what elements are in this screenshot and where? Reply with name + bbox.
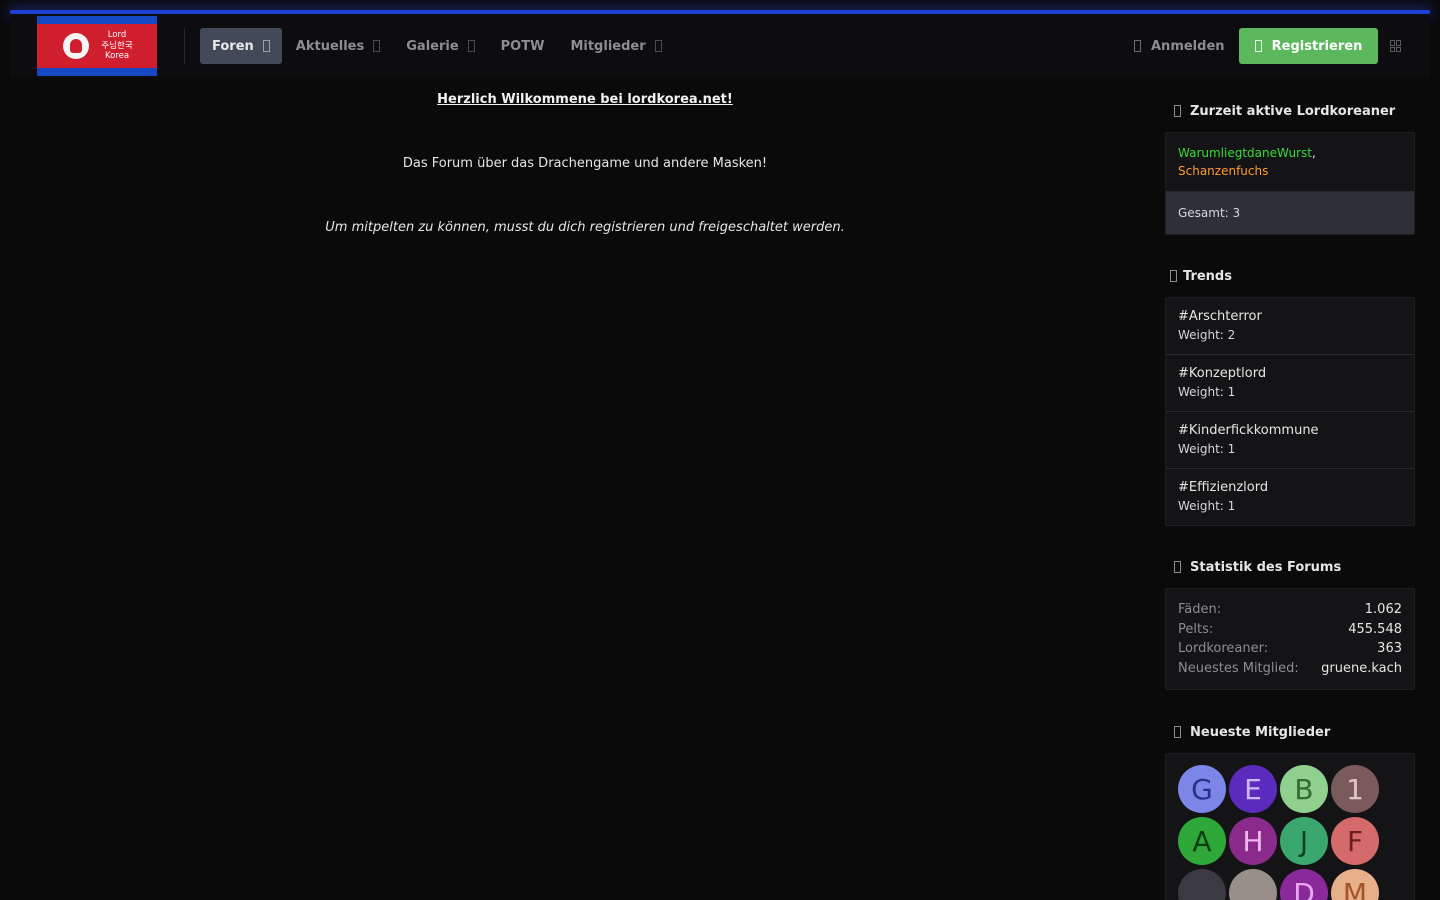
trend-item[interactable]: #Effizienzlord Weight: 1 — [1166, 469, 1414, 525]
stat-row: Fäden: 1.062 — [1178, 600, 1402, 620]
stat-value: 1.062 — [1364, 602, 1402, 617]
hashtag-icon — [1170, 270, 1177, 282]
stat-value: 455.548 — [1348, 621, 1402, 637]
stat-label: Neuestes Mitglied: — [1178, 660, 1299, 676]
member-avatar[interactable]: E — [1229, 765, 1277, 813]
member-avatar[interactable]: B — [1280, 765, 1328, 813]
nav-divider — [184, 28, 185, 64]
stat-row: Pelts: 455.548 — [1178, 620, 1402, 640]
trend-item[interactable]: #Kinderfickkommune Weight: 1 — [1166, 412, 1414, 469]
trend-weight: Weight: 1 — [1178, 385, 1236, 399]
stat-label: Pelts: — [1178, 621, 1214, 637]
nav-tab-label: Galerie — [406, 38, 459, 54]
trend-weight: Weight: 2 — [1178, 328, 1236, 342]
site-header: Lord 주님한국 Korea Foren Aktuelles Galerie … — [10, 14, 1430, 78]
member-avatar[interactable] — [1229, 869, 1277, 900]
trend-tag[interactable]: #Arschterror — [1178, 308, 1402, 326]
main-content: Herzlich Wilkommene bei lordkorea.net! D… — [30, 90, 1140, 235]
member-avatar[interactable]: G — [1178, 765, 1226, 813]
chevron-down-icon[interactable] — [262, 40, 270, 52]
sidebar: Zurzeit aktive Lordkoreaner Warumliegtda… — [1165, 96, 1415, 900]
online-users-title: Zurzeit aktive Lordkoreaner — [1190, 103, 1396, 119]
member-avatar[interactable] — [1178, 869, 1226, 900]
user-icon — [1174, 726, 1181, 738]
stat-row: Lordkoreaner: 363 — [1178, 639, 1402, 659]
trend-tag[interactable]: #Effizienzlord — [1178, 479, 1402, 497]
register-label: Registrieren — [1271, 38, 1363, 54]
forum-stats-panel: Fäden: 1.062 Pelts: 455.548 Lordkoreaner… — [1165, 588, 1415, 690]
nav-tab-mitglieder[interactable]: Mitglieder — [558, 28, 673, 64]
trends-title: Trends — [1183, 268, 1232, 284]
key-icon — [1134, 40, 1141, 52]
login-link[interactable]: Anmelden — [1134, 28, 1225, 64]
search-icon[interactable] — [1390, 40, 1402, 52]
newest-member-link[interactable]: gruene.kach — [1321, 659, 1402, 679]
online-user-link[interactable]: Schanzenfuchs — [1178, 164, 1268, 178]
member-avatar[interactable]: M — [1331, 869, 1379, 900]
member-avatar[interactable]: D — [1280, 869, 1328, 900]
logo-line-3: Korea — [104, 51, 130, 62]
chart-icon — [1174, 561, 1181, 573]
avatar-grid: GEB1 AHJFDM — [1178, 765, 1402, 900]
register-button[interactable]: Registrieren — [1239, 28, 1378, 64]
nav-tab-potw[interactable]: POTW — [489, 28, 557, 64]
trend-item[interactable]: #Arschterror Weight: 2 — [1166, 298, 1414, 355]
trend-tag[interactable]: #Konzeptlord — [1178, 365, 1402, 383]
forum-subtitle: Das Forum über das Drachengame und ander… — [402, 156, 768, 171]
trend-item[interactable]: #Konzeptlord Weight: 1 — [1166, 355, 1414, 412]
chevron-down-icon[interactable] — [467, 40, 475, 52]
nav-tab-label: Aktuelles — [295, 38, 365, 54]
member-avatar[interactable]: F — [1331, 817, 1379, 865]
stat-label: Lordkoreaner: — [1178, 641, 1269, 656]
nav-tab-label: Foren — [212, 38, 254, 54]
login-label: Anmelden — [1151, 38, 1225, 54]
nav-tab-galerie[interactable]: Galerie — [394, 28, 486, 64]
member-avatar[interactable]: H — [1229, 817, 1277, 865]
trend-weight: Weight: 1 — [1178, 442, 1236, 456]
trend-weight: Weight: 1 — [1178, 499, 1236, 513]
member-avatar[interactable]: J — [1280, 817, 1328, 865]
stat-value: 363 — [1377, 641, 1402, 656]
trend-tag[interactable]: #Kinderfickkommune — [1178, 422, 1402, 440]
nav-tab-label: Mitglieder — [570, 38, 646, 54]
users-icon — [1174, 105, 1181, 117]
user-separator: , — [1311, 146, 1316, 160]
forum-stats-title: Statistik des Forums — [1190, 559, 1342, 575]
stat-row: Neuestes Mitglied: gruene.kach — [1178, 659, 1402, 679]
registration-note: Um mitpelten zu können, musst du dich re… — [325, 220, 845, 235]
online-users-list: WarumliegtdaneWurst, Schanzenfuchs — [1166, 133, 1414, 192]
newest-members-panel: GEB1 AHJFDM — [1165, 753, 1415, 900]
nav-tab-label: POTW — [500, 38, 545, 54]
stat-label: Fäden: — [1178, 602, 1222, 617]
nav-tab-aktuelles[interactable]: Aktuelles — [284, 28, 392, 64]
nav-tab-foren[interactable]: Foren — [200, 28, 282, 64]
online-users-heading[interactable]: Zurzeit aktive Lordkoreaner — [1165, 96, 1415, 126]
newest-members-heading[interactable]: Neueste Mitglieder — [1165, 717, 1415, 747]
newest-members-title: Neueste Mitglieder — [1190, 724, 1331, 740]
online-total: Gesamt: 3 — [1166, 192, 1414, 234]
forum-stats-heading: Statistik des Forums — [1165, 552, 1415, 582]
member-avatar[interactable]: 1 — [1331, 765, 1379, 813]
logo-emblem — [63, 33, 89, 59]
main-nav: Foren Aktuelles Galerie POTW Mitglieder — [200, 28, 674, 64]
site-logo[interactable]: Lord 주님한국 Korea — [37, 16, 157, 76]
online-user-link[interactable]: WarumliegtdaneWurst — [1178, 146, 1312, 160]
logo-line-2: 주님한국 — [101, 40, 133, 51]
member-avatar[interactable]: A — [1178, 817, 1226, 865]
logo-line-1: Lord — [107, 30, 127, 41]
logo-text: Lord 주님한국 Korea — [97, 30, 137, 62]
welcome-heading: Herzlich Wilkommene bei lordkorea.net! — [437, 92, 733, 107]
chevron-down-icon[interactable] — [654, 40, 662, 52]
trends-heading: Trends — [1165, 261, 1415, 291]
user-plus-icon — [1254, 40, 1262, 52]
online-users-panel: WarumliegtdaneWurst, Schanzenfuchs Gesam… — [1165, 132, 1415, 235]
trends-panel: #Arschterror Weight: 2 #Konzeptlord Weig… — [1165, 297, 1415, 526]
chevron-down-icon[interactable] — [373, 40, 381, 52]
